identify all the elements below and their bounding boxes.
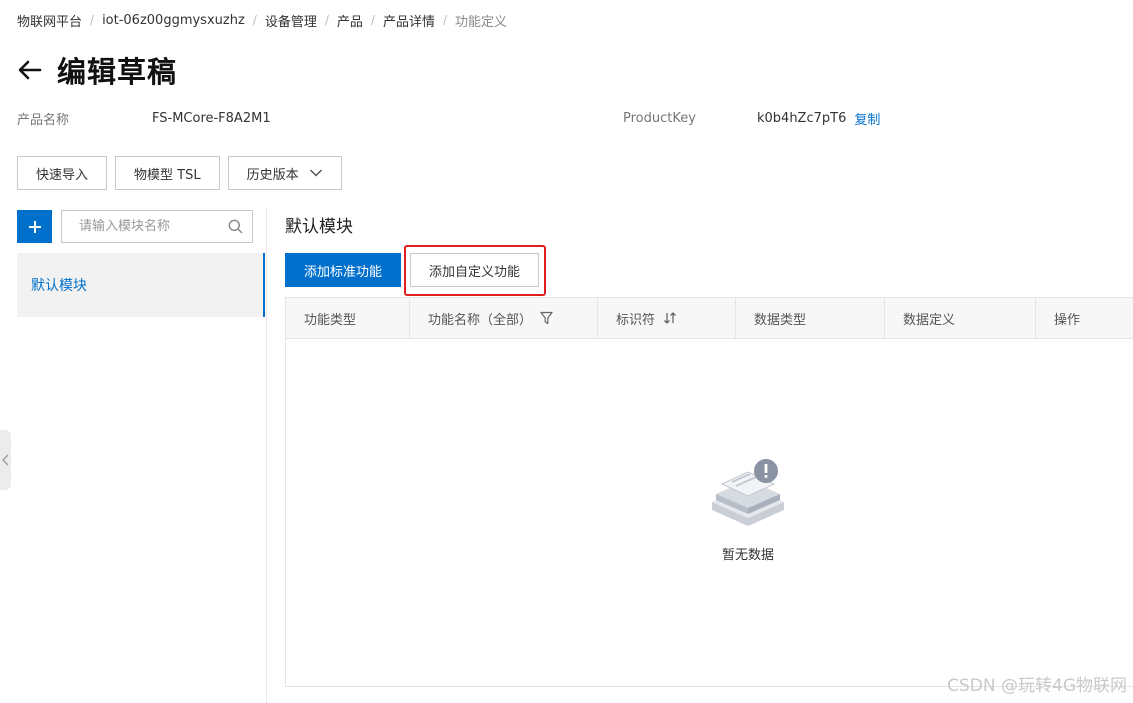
add-module-button[interactable]: [17, 210, 52, 243]
product-name-field: 产品名称: [17, 108, 69, 128]
product-key-value: k0b4hZc7pT6: [757, 110, 847, 126]
column-header-label: 操作: [1054, 312, 1081, 328]
breadcrumb-separator: /: [442, 13, 448, 27]
toolbar: 快速导入 物模型 TSL 历史版本: [17, 156, 342, 190]
column-header-label: 数据类型: [754, 312, 807, 328]
filter-icon[interactable]: [540, 311, 553, 325]
tsl-button[interactable]: 物模型 TSL: [115, 156, 220, 190]
back-arrow-icon[interactable]: [17, 57, 43, 83]
sidebar-collapse-handle[interactable]: [0, 430, 11, 490]
breadcrumb-item-instance[interactable]: iot-06z00ggmysxuzhz: [102, 13, 245, 28]
search-icon[interactable]: [228, 219, 243, 238]
selected-indicator: [263, 253, 265, 317]
product-key-field: ProductKey: [623, 108, 696, 128]
watermark: CSDN @玩转4G物联网: [947, 676, 1127, 696]
product-key-value-wrap: k0b4hZc7pT6 复制: [757, 108, 880, 128]
breadcrumb-separator: /: [90, 13, 95, 27]
column-header-data-definition: 数据定义: [885, 298, 1036, 338]
column-header-label: 功能名称（全部）: [428, 312, 533, 328]
module-item-default[interactable]: 默认模块: [17, 253, 265, 317]
column-header-identifier: 标识符: [598, 298, 736, 338]
column-header-data-type: 数据类型: [736, 298, 885, 338]
add-standard-feature-label: 添加标准功能: [303, 264, 382, 280]
copy-product-key-link[interactable]: 复制: [854, 109, 880, 128]
plus-icon: [28, 220, 41, 233]
breadcrumb: 物联网平台 / iot-06z00ggmysxuzhz / 设备管理 / 产品 …: [17, 10, 507, 30]
module-item-label: 默认模块: [31, 278, 87, 294]
product-name-value: FS-MCore-F8A2M1: [152, 110, 271, 126]
page-title: 编辑草稿: [57, 55, 178, 89]
breadcrumb-item-product-detail[interactable]: 产品详情: [383, 11, 435, 30]
history-version-dropdown[interactable]: 历史版本: [227, 156, 342, 190]
breadcrumb-separator: /: [252, 13, 257, 27]
breadcrumb-item-device-management[interactable]: 设备管理: [265, 11, 317, 30]
quick-import-label: 快速导入: [36, 167, 89, 183]
breadcrumb-item-platform[interactable]: 物联网平台: [17, 11, 82, 30]
column-header-label: 标识符: [616, 312, 656, 328]
module-title: 默认模块: [285, 217, 353, 237]
table-header: 功能类型 功能名称（全部） 标识符 数据类型 数据定义 操作: [286, 298, 1133, 339]
module-search-box: [61, 210, 253, 243]
empty-state-text: 暂无数据: [721, 548, 774, 563]
add-custom-feature-button[interactable]: 添加自定义功能: [410, 253, 539, 287]
breadcrumb-separator: /: [370, 13, 375, 27]
page-header: 编辑草稿: [17, 50, 177, 90]
history-version-label: 历史版本: [246, 167, 299, 183]
column-header-actions: 操作: [1036, 298, 1133, 338]
column-header-feature-type: 功能类型: [286, 298, 410, 338]
product-name-label: 产品名称: [17, 112, 70, 128]
module-search-input[interactable]: [62, 211, 222, 242]
add-standard-feature-button[interactable]: 添加标准功能: [285, 253, 401, 287]
product-key-label: ProductKey: [623, 110, 696, 126]
product-name-value-wrap: FS-MCore-F8A2M1: [152, 108, 271, 128]
add-custom-feature-label: 添加自定义功能: [428, 264, 520, 280]
column-header-label: 数据定义: [903, 312, 956, 328]
breadcrumb-item-current: 功能定义: [455, 14, 508, 30]
quick-import-button[interactable]: 快速导入: [17, 156, 108, 190]
breadcrumb-separator: /: [324, 13, 329, 27]
empty-data-icon: [708, 458, 788, 532]
sort-icon[interactable]: [663, 311, 677, 325]
sidebar-divider: [266, 208, 267, 703]
chevron-left-icon: [2, 454, 9, 466]
feature-table: 功能类型 功能名称（全部） 标识符 数据类型 数据定义 操作 暂无数据: [285, 297, 1133, 687]
column-header-feature-name: 功能名称（全部）: [410, 298, 598, 338]
chevron-down-icon: [309, 168, 323, 178]
tsl-label: 物模型 TSL: [134, 167, 201, 183]
column-header-label: 功能类型: [304, 312, 357, 328]
breadcrumb-item-product[interactable]: 产品: [337, 11, 363, 30]
